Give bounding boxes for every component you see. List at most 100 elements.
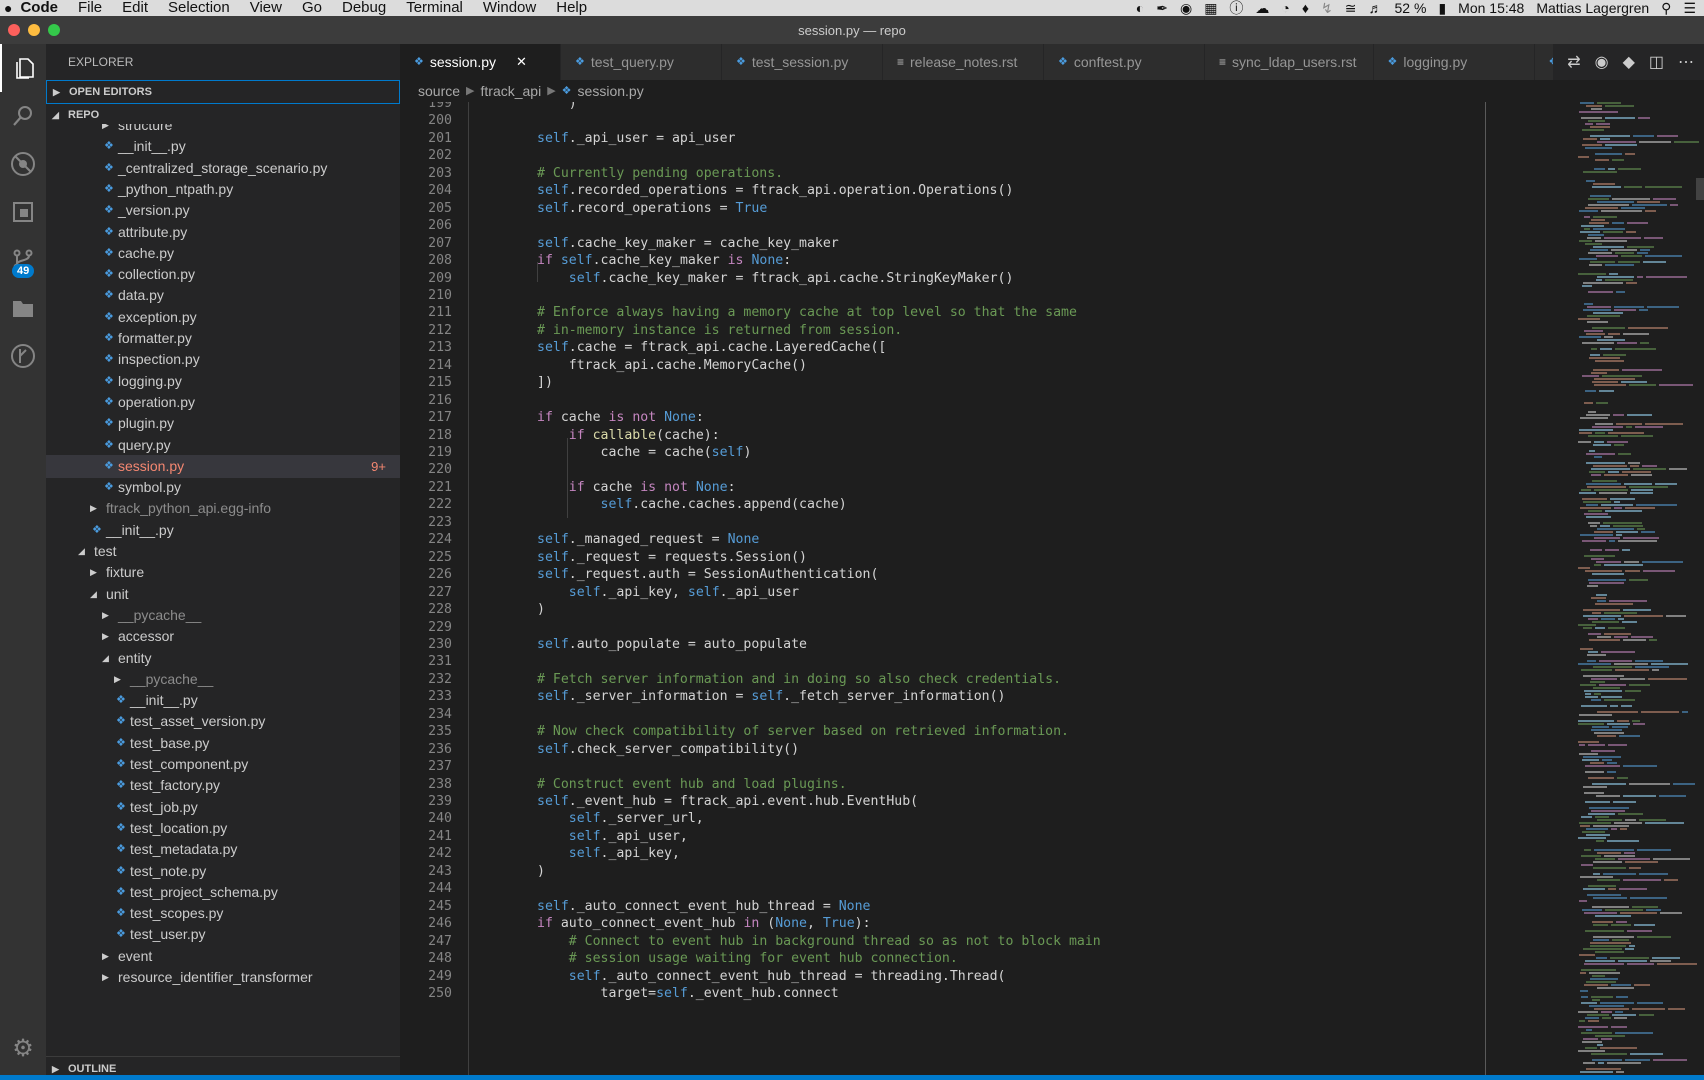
preview-eye-icon[interactable]: ◉ [1595, 52, 1609, 72]
breadcrumb-item[interactable]: ftrack_api [481, 80, 542, 102]
feather-icon[interactable]: ✒ [1156, 0, 1168, 16]
file-item[interactable]: ❖ symbol.py [46, 476, 400, 499]
folders-activity[interactable] [0, 284, 46, 332]
menubar-clock[interactable]: Mon 15:48 [1458, 0, 1524, 16]
git-compare-icon[interactable]: ◆ [1623, 52, 1635, 72]
minimap[interactable] [1570, 102, 1704, 1080]
diamond-icon[interactable]: ♦ [1302, 0, 1309, 16]
file-item[interactable]: ❖ _python_ntpath.py [46, 178, 400, 201]
editor-tab[interactable]: ≡ release_notes.rst [883, 44, 1044, 80]
file-item[interactable]: ❖ plugin.py [46, 412, 400, 435]
folder-item[interactable]: ◢ entity [46, 647, 400, 670]
file-item[interactable]: ❖ test_note.py [46, 860, 400, 883]
wifi-icon[interactable]: ≅ [1345, 0, 1357, 16]
file-item[interactable]: ❖ test_asset_version.py [46, 710, 400, 733]
editor-tab[interactable]: ❖ test_query.py [561, 44, 722, 80]
menu-edit[interactable]: Edit [112, 0, 158, 16]
file-item[interactable]: ❖ query.py [46, 434, 400, 457]
spotlight-search-icon[interactable]: ⚲ [1661, 0, 1671, 16]
cloud-icon[interactable]: ☁ [1255, 0, 1269, 16]
file-item[interactable]: ❖ _version.py [46, 199, 400, 222]
menu-terminal[interactable]: Terminal [396, 0, 473, 16]
file-item[interactable]: ❖ cache.py [46, 242, 400, 265]
apple-menu-icon[interactable]: ● [0, 0, 18, 16]
folder-item[interactable]: ▶ accessor [46, 625, 400, 648]
file-item[interactable]: ❖ formatter.py [46, 327, 400, 350]
code-editor[interactable]: 199 ) 200 201 self._api_user = api_user 202 2… [400, 102, 1570, 1080]
facebook-icon[interactable]: ◉ [1180, 0, 1192, 16]
menu-file[interactable]: File [68, 0, 112, 16]
file-item[interactable]: ❖ collection.py [46, 263, 400, 286]
file-item[interactable]: ❖ test_metadata.py [46, 838, 400, 861]
file-item[interactable]: ❖ test_base.py [46, 732, 400, 755]
battery-percent[interactable]: 52 % [1395, 0, 1427, 16]
folder-item[interactable]: ◢ test [46, 540, 400, 563]
menu-selection[interactable]: Selection [158, 0, 240, 16]
file-item[interactable]: ❖ _centralized_storage_scenario.py [46, 157, 400, 180]
editor-tab[interactable]: ❖ logging.py [1373, 44, 1535, 80]
search-activity[interactable] [0, 92, 46, 140]
menu-debug[interactable]: Debug [332, 0, 396, 16]
extensions-activity[interactable] [0, 188, 46, 236]
file-item[interactable]: ❖ operation.py [46, 391, 400, 414]
gitlens-activity[interactable] [0, 332, 46, 380]
gauge-icon[interactable]: ◐ [1136, 0, 1144, 16]
sync-icon[interactable]: ◔ [1281, 0, 1289, 16]
file-item[interactable]: ❖ session.py 9+ [46, 454, 400, 478]
file-item[interactable]: ❖ __init__.py [46, 519, 400, 542]
editor-tab[interactable]: ❖ conftest.py [1044, 44, 1205, 80]
volume-icon[interactable]: ♬ [1369, 0, 1383, 16]
file-item[interactable]: ❖ test_job.py [46, 796, 400, 819]
breadcrumb-item[interactable]: session.py [578, 80, 644, 102]
folder-item[interactable]: ▶ __pycache__ [46, 604, 400, 627]
file-item[interactable]: ❖ test_component.py [46, 753, 400, 776]
folder-item[interactable]: ▶ event [46, 945, 400, 968]
folder-item[interactable]: ◢ unit [46, 583, 400, 606]
editor-scrollbar-thumb[interactable] [1696, 178, 1704, 200]
editor-tab[interactable]: ❖ test_session.py [722, 44, 883, 80]
file-item[interactable]: ❖ attribute.py [46, 221, 400, 244]
folder-item[interactable]: ▶ __pycache__ [46, 668, 400, 691]
folder-item[interactable]: ▶ fixture [46, 561, 400, 584]
notification-center-icon[interactable]: ☰ [1683, 0, 1696, 16]
minimize-window-button[interactable] [28, 24, 40, 36]
file-item[interactable]: ❖ data.py [46, 284, 400, 307]
file-item[interactable]: ❖ test_project_schema.py [46, 881, 400, 904]
menubar-user[interactable]: Mattias Lagergren [1536, 0, 1649, 16]
repo-section[interactable]: ◢ REPO [46, 104, 400, 126]
manage-activity[interactable]: ⚙ [0, 1024, 46, 1072]
file-item[interactable]: ❖ logging.py [46, 370, 400, 393]
menu-window[interactable]: Window [473, 0, 546, 16]
debug-activity[interactable] [0, 140, 46, 188]
open-changes-icon[interactable]: ⇄ [1567, 52, 1580, 72]
open-editors-section[interactable]: ▶ OPEN EDITORS [46, 80, 400, 104]
close-tab-icon[interactable]: ✕ [516, 44, 527, 80]
editor-tab[interactable]: ❖ session.py ✕ [400, 44, 561, 80]
file-item[interactable]: ❖ test_user.py [46, 923, 400, 946]
editor-tab[interactable]: ≡ sync_ldap_users.rst [1205, 44, 1374, 80]
menu-help[interactable]: Help [546, 0, 597, 16]
file-item[interactable]: ❖ inspection.py [46, 348, 400, 371]
file-item[interactable]: ❖ __init__.py [46, 135, 400, 158]
zoom-window-button[interactable] [48, 24, 60, 36]
file-item[interactable]: ❖ test_scopes.py [46, 902, 400, 925]
file-item[interactable]: ❖ test_factory.py [46, 774, 400, 797]
file-item[interactable]: ❖ test_location.py [46, 817, 400, 840]
folder-item[interactable]: ▶ ftrack_python_api.egg-info [46, 497, 400, 520]
menu-view[interactable]: View [240, 0, 292, 16]
explorer-activity[interactable] [0, 44, 48, 92]
dropbox-icon[interactable]: ▦ [1204, 0, 1217, 16]
file-item[interactable]: ❖ __init__.py [46, 689, 400, 712]
info-icon[interactable]: ⓘ [1229, 0, 1243, 16]
file-item[interactable]: ❖ exception.py [46, 306, 400, 329]
folder-item[interactable]: ▶ resource_identifier_transformer [46, 966, 400, 989]
close-window-button[interactable] [8, 24, 20, 36]
battery-icon[interactable]: ▮ [1438, 0, 1446, 16]
source-control-activity[interactable]: 49 [0, 236, 46, 284]
bluetooth-icon[interactable]: ↯ [1321, 0, 1333, 16]
menu-go[interactable]: Go [292, 0, 332, 16]
split-editor-icon[interactable]: ◫ [1649, 52, 1664, 72]
breadcrumb-item[interactable]: source [418, 80, 460, 102]
more-actions-icon[interactable]: ⋯ [1678, 52, 1694, 72]
app-menu[interactable]: Code [18, 0, 68, 16]
